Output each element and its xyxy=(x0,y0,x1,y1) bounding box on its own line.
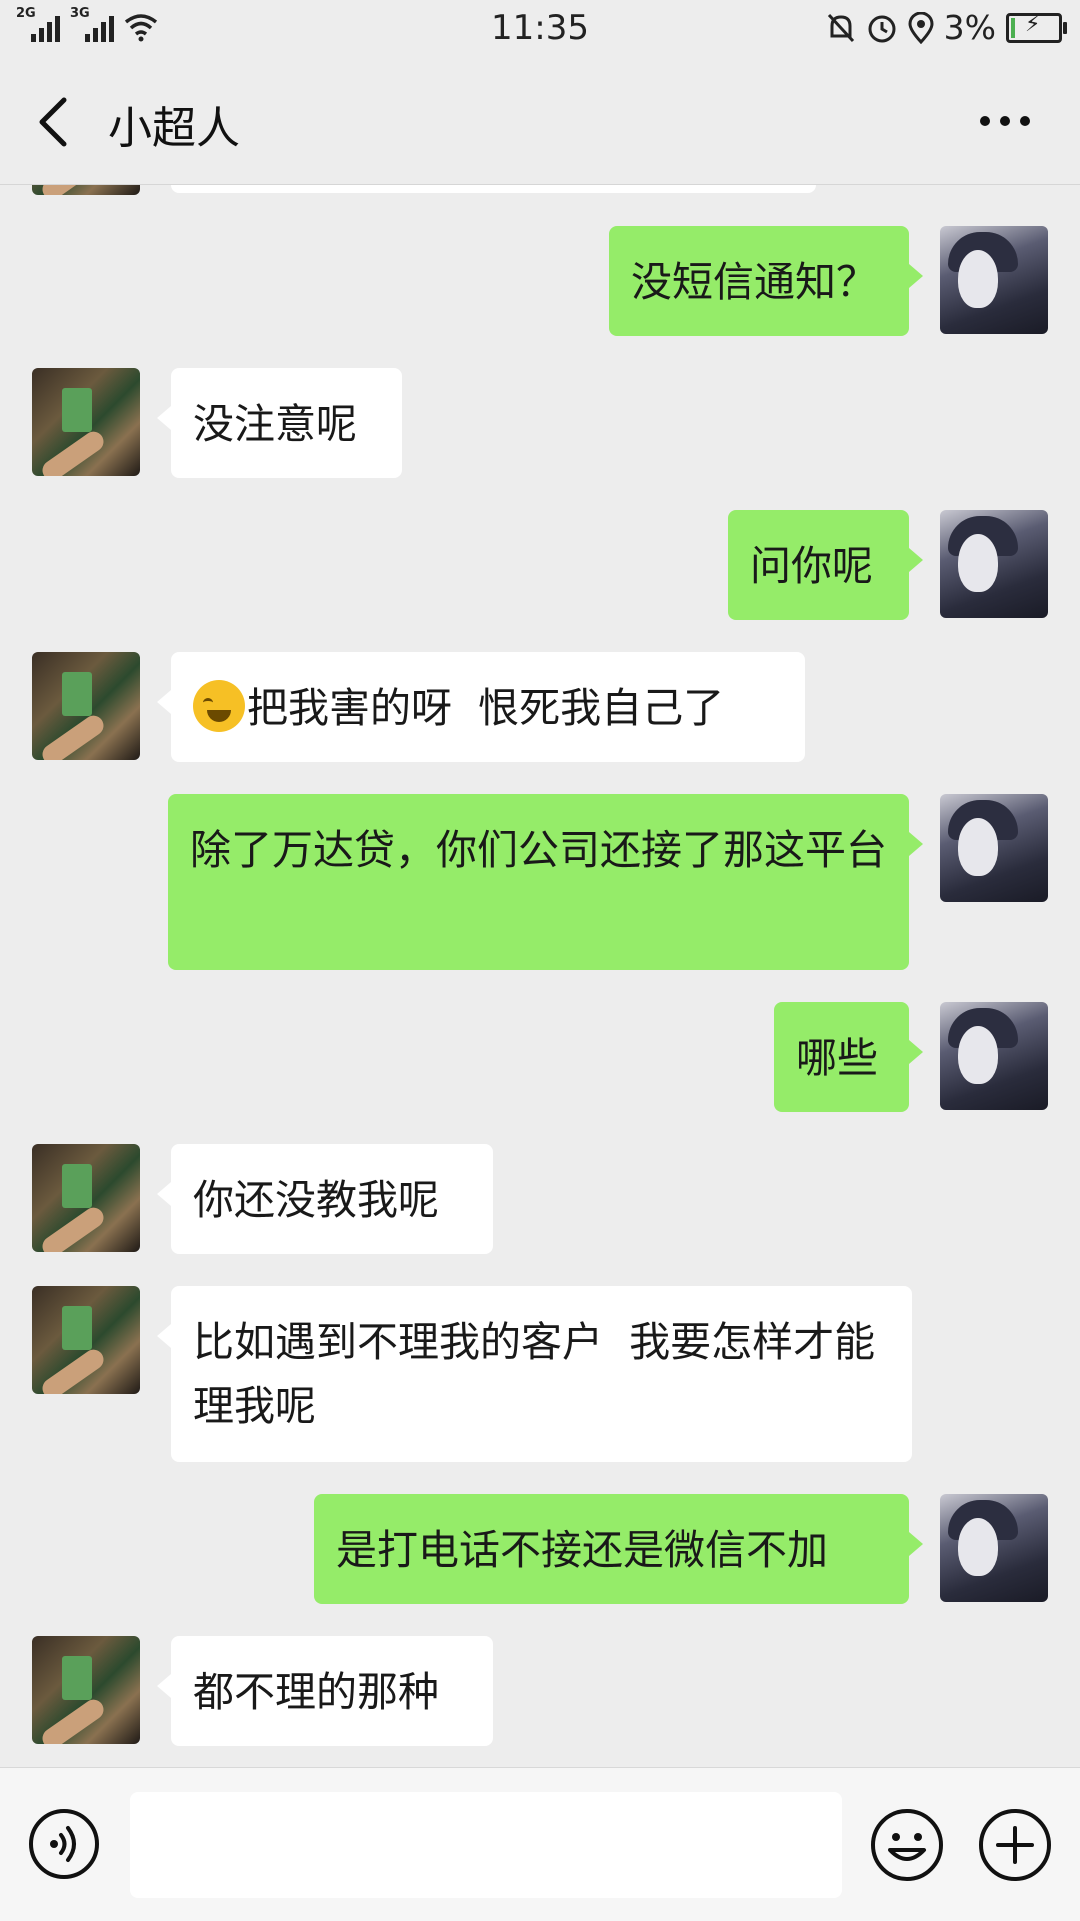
message-text: 把我害的呀 恨死我自己了 xyxy=(247,684,725,732)
message-bubble[interactable] xyxy=(171,185,816,193)
self-avatar[interactable] xyxy=(940,794,1048,902)
peer-avatar[interactable] xyxy=(32,652,140,760)
emoji-icon[interactable] xyxy=(870,1808,944,1882)
status-bar: 2G 3G 11:35 3% ⚡ xyxy=(0,0,1080,58)
message-bubble[interactable]: 比如遇到不理我的客户 我要怎样才能理我呢 xyxy=(157,1286,912,1462)
battery-percent: 3% xyxy=(943,8,996,47)
peer-avatar[interactable] xyxy=(32,1144,140,1252)
crying-laughing-emoji-icon xyxy=(193,680,245,732)
self-avatar[interactable] xyxy=(940,226,1048,334)
plus-icon[interactable] xyxy=(978,1808,1052,1882)
input-bar xyxy=(0,1767,1080,1921)
battery-icon: ⚡ xyxy=(1006,12,1067,43)
message-bubble[interactable]: 问你呢 xyxy=(728,510,923,620)
status-icons: 3% ⚡ xyxy=(826,8,1067,47)
message-text: 是打电话不接还是微信不加 xyxy=(336,1526,828,1574)
mute-icon xyxy=(827,13,854,42)
message-list[interactable]: 没短信通知？ 没注意呢 问你呢 把我害的呀 恨死我自己了 除了万达贷，你们公司还… xyxy=(0,185,1080,1767)
message-bubble[interactable]: 除了万达贷，你们公司还接了那这平台 xyxy=(168,794,923,970)
message-bubble[interactable]: 哪些 xyxy=(774,1002,923,1112)
peer-avatar[interactable] xyxy=(32,1286,140,1394)
more-dots-icon[interactable] xyxy=(978,106,1032,136)
self-avatar[interactable] xyxy=(940,1002,1048,1110)
message-text: 没注意呢 xyxy=(193,400,357,448)
peer-avatar[interactable] xyxy=(32,1636,140,1744)
message-text: 哪些 xyxy=(796,1034,878,1082)
chat-title: 小超人 xyxy=(108,103,240,154)
alarm-icon xyxy=(868,15,896,42)
peer-avatar[interactable] xyxy=(32,368,140,476)
chat-header: 小超人 xyxy=(0,58,1080,185)
peer-avatar[interactable] xyxy=(32,185,140,195)
message-text: 除了万达贷，你们公司还接了那这平台 xyxy=(190,826,887,874)
message-text: 没短信通知？ xyxy=(631,258,877,306)
message-text: 问你呢 xyxy=(750,542,873,590)
location-icon xyxy=(908,11,934,44)
message-bubble[interactable]: 都不理的那种 xyxy=(157,1636,493,1746)
message-bubble[interactable]: 你还没教我呢 xyxy=(157,1144,493,1254)
message-text: 你还没教我呢 xyxy=(193,1176,439,1224)
message-bubble[interactable]: 把我害的呀 恨死我自己了 xyxy=(157,652,805,762)
message-bubble[interactable]: 是打电话不接还是微信不加 xyxy=(314,1494,923,1604)
message-bubble[interactable]: 没短信通知？ xyxy=(609,226,923,336)
back-icon[interactable] xyxy=(30,92,80,152)
voice-icon[interactable] xyxy=(28,1808,100,1880)
message-text: 比如遇到不理我的客户 我要怎样才能理我呢 xyxy=(193,1318,876,1430)
message-bubble[interactable]: 没注意呢 xyxy=(157,368,402,478)
message-text: 都不理的那种 xyxy=(193,1668,439,1716)
message-input[interactable] xyxy=(130,1792,842,1898)
self-avatar[interactable] xyxy=(940,1494,1048,1602)
self-avatar[interactable] xyxy=(940,510,1048,618)
